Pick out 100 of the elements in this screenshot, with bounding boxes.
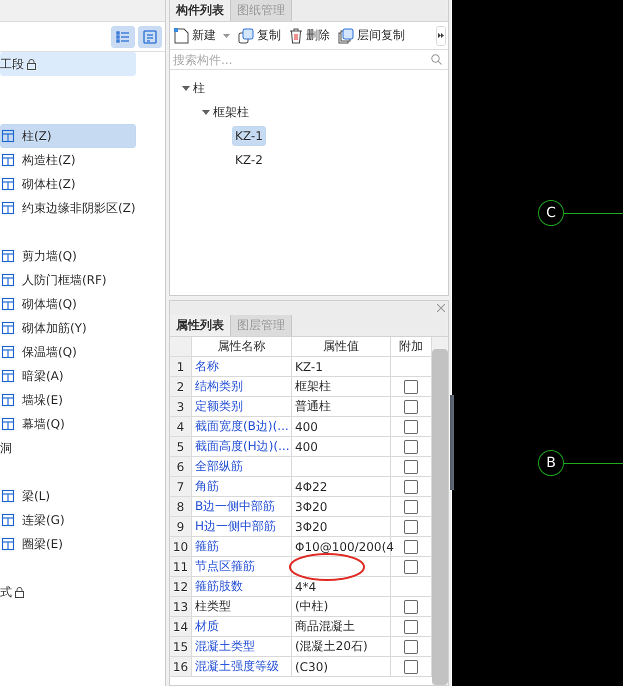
component-type-item[interactable]: 砌体加筋(Y) (0, 316, 136, 340)
column-header: 属性值 (292, 337, 391, 357)
component-icon (1, 345, 15, 359)
row-number: 2 (170, 377, 192, 397)
property-value[interactable]: (中柱) (292, 597, 391, 617)
property-value[interactable]: 3Φ20 (292, 497, 391, 517)
caret-icon[interactable] (202, 108, 210, 116)
copy-icon (238, 28, 254, 44)
checkbox[interactable] (404, 540, 418, 554)
axis-line (564, 463, 623, 464)
item-label: 幕墙(Q) (22, 416, 65, 432)
lock-icon (27, 58, 36, 70)
component-icon (1, 537, 15, 551)
property-name: 名称 (192, 357, 292, 377)
category-row[interactable]: 式 (0, 580, 136, 604)
component-type-item[interactable]: 墙垛(E) (0, 388, 136, 412)
property-name: 混凝土强度等级 (192, 657, 292, 677)
component-icon (1, 249, 15, 263)
component-icon (1, 201, 15, 215)
list-view-button[interactable] (111, 26, 135, 48)
component-icon (1, 393, 15, 407)
property-name: 材质 (192, 617, 292, 637)
component-type-item[interactable]: 暗梁(A) (0, 364, 136, 388)
property-value[interactable]: 商品混凝土 (292, 617, 391, 637)
category-label: 工段 (0, 56, 24, 72)
property-value[interactable]: 框架柱 (292, 377, 391, 397)
checkbox[interactable] (404, 640, 418, 654)
property-value[interactable]: 4Φ22 (292, 477, 391, 497)
property-value[interactable]: 4*4 (292, 577, 391, 597)
tree-item[interactable]: KZ-1 (232, 126, 266, 146)
more-button[interactable] (436, 26, 446, 46)
row-number: 1 (170, 357, 192, 377)
component-type-item[interactable]: 幕墙(Q) (0, 412, 136, 436)
row-number: 13 (170, 597, 192, 617)
toolbar-button[interactable]: 新建 (174, 27, 230, 44)
component-type-item[interactable]: 柱(Z) (0, 124, 136, 148)
checkbox[interactable] (404, 480, 418, 494)
property-value[interactable]: 400 (292, 437, 391, 457)
tree-node[interactable]: 柱 (193, 80, 205, 96)
property-name: 箍筋 (192, 537, 292, 557)
property-value[interactable]: 400 (292, 417, 391, 437)
component-type-item[interactable]: 构造柱(Z) (0, 148, 136, 172)
checkbox[interactable] (404, 440, 418, 454)
checkbox[interactable] (404, 460, 418, 474)
checkbox[interactable] (404, 520, 418, 534)
component-icon (1, 177, 15, 191)
component-type-item[interactable]: 剪力墙(Q) (0, 244, 136, 268)
toolbar-button[interactable]: 层间复制 (338, 27, 405, 44)
property-value[interactable]: Φ10@100/200(4 (292, 537, 391, 557)
row-number: 15 (170, 637, 192, 657)
property-value[interactable]: (混凝土20石) (292, 637, 391, 657)
item-label: 墙垛(E) (22, 392, 63, 408)
component-type-item[interactable]: 人防门框墙(RF) (0, 268, 136, 292)
checkbox[interactable] (404, 500, 418, 514)
checkbox[interactable] (404, 560, 418, 574)
checkbox[interactable] (404, 600, 418, 614)
scrollbar-thumb[interactable] (432, 349, 448, 685)
item-label: 砌体墙(Q) (22, 296, 77, 312)
item-label: 人防门框墙(RF) (22, 272, 107, 288)
checkbox[interactable] (404, 380, 418, 394)
checkbox[interactable] (404, 620, 418, 634)
component-icon (1, 273, 15, 287)
component-type-item[interactable]: 约束边缘非阴影区(Z) (0, 196, 136, 220)
property-name: 截面宽度(B边)(... (192, 417, 292, 437)
category-label: 式 (0, 584, 12, 600)
toolbar-button[interactable]: 删除 (289, 27, 330, 44)
drawing-canvas[interactable]: C B (452, 0, 623, 686)
column-header: 属性名称 (192, 337, 292, 357)
dropdown-caret-icon (223, 34, 230, 38)
checkbox[interactable] (404, 660, 418, 674)
component-type-item[interactable]: 砌体墙(Q) (0, 292, 136, 316)
component-type-item[interactable]: 连梁(G) (0, 508, 136, 532)
category-row[interactable]: 洞 (0, 436, 136, 460)
component-icon (1, 297, 15, 311)
component-type-item[interactable]: 砌体柱(Z) (0, 172, 136, 196)
form-view-button[interactable] (138, 26, 162, 48)
row-number: 10 (170, 537, 192, 557)
tree-item[interactable]: KZ-2 (232, 150, 266, 170)
row-number: 14 (170, 617, 192, 637)
component-type-item[interactable]: 圈梁(E) (0, 532, 136, 556)
close-icon[interactable] (437, 304, 445, 312)
component-type-item[interactable]: 保温墙(Q) (0, 340, 136, 364)
checkbox[interactable] (404, 420, 418, 434)
checkbox[interactable] (404, 400, 418, 414)
component-type-item[interactable]: 梁(L) (0, 484, 136, 508)
property-value[interactable]: (C30) (292, 657, 391, 677)
property-name: 箍筋肢数 (192, 577, 292, 597)
property-name: 混凝土类型 (192, 637, 292, 657)
toolbar-button[interactable]: 复制 (238, 27, 281, 44)
splitter-handle[interactable] (450, 395, 454, 490)
property-value[interactable]: KZ-1 (292, 357, 391, 377)
property-name: 定额类别 (192, 397, 292, 417)
property-value[interactable]: 3Φ20 (292, 517, 391, 537)
search-field[interactable]: 搜索构件... (173, 50, 373, 68)
axis-label: B (538, 450, 564, 476)
caret-icon[interactable] (182, 84, 190, 92)
component-icon (1, 129, 15, 143)
category-row[interactable]: 工段 (0, 52, 136, 76)
property-value[interactable]: 普通柱 (292, 397, 391, 417)
tree-node[interactable]: 框架柱 (213, 104, 249, 120)
